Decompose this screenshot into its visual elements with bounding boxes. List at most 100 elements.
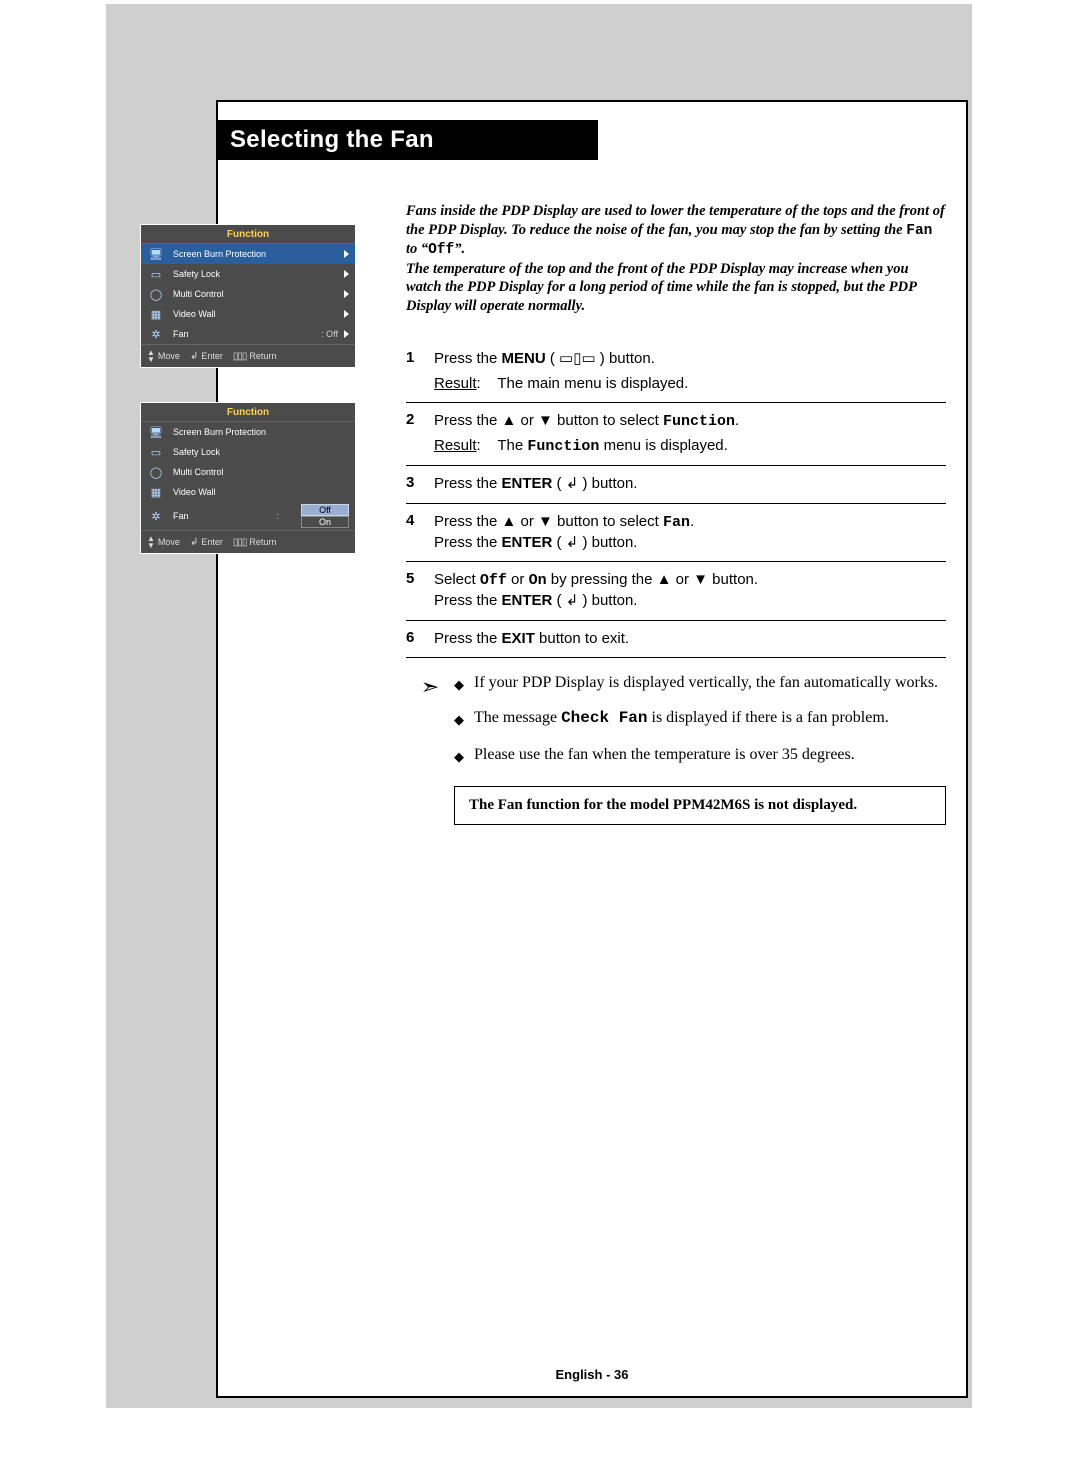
- grid-icon: ▦: [145, 484, 167, 500]
- osd-item-value: : Off: [321, 329, 338, 339]
- step-5: 5 Select Off or On by pressing the ▲ or …: [406, 562, 946, 621]
- note-text: is displayed if there is a fan problem.: [648, 709, 889, 726]
- step-text: Press the ▲ or ▼ button to select: [434, 513, 663, 530]
- result-label: Result: [434, 375, 477, 392]
- osd-item-label: Multi Control: [173, 467, 349, 477]
- circle-icon: ◯: [145, 286, 167, 302]
- enter-icon: ↲: [190, 351, 198, 362]
- osd-item-video-wall: ▦ Video Wall: [141, 482, 355, 502]
- osd-item-multi-control: ◯ Multi Control: [141, 284, 355, 304]
- osd-item-screen-burn: 🖥 Screen Burn Protection: [141, 244, 355, 264]
- step-text: button to exit.: [535, 630, 629, 647]
- enter-label: ENTER: [502, 475, 553, 492]
- step-body: Press the EXIT button to exit.: [434, 629, 946, 649]
- intro-text: The temperature of the top and the front…: [406, 261, 916, 314]
- gear-icon: ✲: [145, 326, 167, 342]
- osd-item-safety-lock: ▭ Safety Lock: [141, 264, 355, 284]
- note-text: If your PDP Display is displayed vertica…: [474, 672, 938, 694]
- step-text: by pressing the ▲ or ▼ button.: [547, 571, 758, 588]
- step-text: or: [507, 571, 529, 588]
- osd-footer-move: Move: [158, 351, 180, 361]
- step-number: 3: [406, 474, 434, 494]
- osd-item-safety-lock: ▭ Safety Lock: [141, 442, 355, 462]
- page-frame: Selecting the Fan Function 🖥 Screen Burn…: [216, 100, 968, 1398]
- chevron-right-icon: [344, 310, 349, 318]
- circle-icon: ◯: [145, 464, 167, 480]
- osd-item-label: Safety Lock: [173, 269, 338, 279]
- exit-label: EXIT: [502, 630, 535, 647]
- step-body: Select Off or On by pressing the ▲ or ▼ …: [434, 570, 946, 612]
- step-3: 3 Press the ENTER ( ↲ ) button.: [406, 466, 946, 503]
- picture-icon: 🖥: [145, 246, 167, 262]
- page-footer: English - 36: [218, 1367, 966, 1382]
- chevron-right-icon: [344, 270, 349, 278]
- osd-item-label: Multi Control: [173, 289, 338, 299]
- enter-icon: ↲: [190, 537, 198, 548]
- function-label: Function: [527, 438, 599, 455]
- osd-item-label: Screen Burn Protection: [173, 249, 338, 259]
- osd-menu-function: Function 🖥 Screen Burn Protection ▭ Safe…: [140, 224, 356, 368]
- page-title: Selecting the Fan: [216, 120, 598, 160]
- osd-footer-enter: Enter: [201, 537, 223, 547]
- step-body: Press the ▲ or ▼ button to select Fan. P…: [434, 512, 946, 554]
- step-number: 4: [406, 512, 434, 554]
- intro-paragraph: Fans inside the PDP Display are used to …: [406, 202, 946, 315]
- osd-footer-return: Return: [249, 351, 276, 361]
- osd-item-fan: ✲ Fan : Off On: [141, 502, 355, 530]
- step-body: Press the MENU ( ▭▯▭ ) button. Result: T…: [434, 349, 946, 394]
- step-4: 4 Press the ▲ or ▼ button to select Fan.…: [406, 504, 946, 563]
- osd-item-label: Screen Burn Protection: [173, 427, 349, 437]
- osd-option-on: On: [301, 516, 349, 528]
- osd-item-label: Fan: [173, 329, 317, 339]
- osd-item-label: Safety Lock: [173, 447, 349, 457]
- osd-footer-return: Return: [249, 537, 276, 547]
- notes-block: ➣ If your PDP Display is displayed verti…: [406, 672, 946, 780]
- step-2: 2 Press the ▲ or ▼ button to select Func…: [406, 403, 946, 467]
- step-text: Press the: [434, 475, 502, 492]
- note-text: The message: [474, 709, 561, 726]
- result-text: menu is displayed.: [599, 437, 727, 454]
- gear-icon: ✲: [145, 508, 167, 524]
- step-text: ( ↲ ) button.: [552, 592, 637, 609]
- osd-header: Function: [141, 403, 355, 422]
- off-label: Off: [480, 572, 507, 589]
- fan-label: Fan: [663, 514, 690, 531]
- chevron-right-icon: [344, 290, 349, 298]
- updown-icon: ▲▼: [147, 349, 155, 363]
- function-label: Function: [663, 413, 735, 430]
- osd-item-label: Video Wall: [173, 309, 338, 319]
- result-text: The main menu is displayed.: [497, 375, 688, 392]
- step-number: 1: [406, 349, 434, 394]
- enter-label: ENTER: [502, 534, 553, 551]
- step-text: Press the: [434, 350, 502, 367]
- return-icon: ▯▯▯: [233, 537, 247, 548]
- osd-item-multi-control: ◯ Multi Control: [141, 462, 355, 482]
- step-text: Select: [434, 571, 480, 588]
- intro-mono: Fan: [906, 223, 932, 239]
- osd-item-fan: ✲ Fan : Off: [141, 324, 355, 344]
- note-item: If your PDP Display is displayed vertica…: [454, 672, 946, 694]
- step-text: Press the: [434, 630, 502, 647]
- step-text: ( ▭▯▭ ) button.: [546, 350, 655, 367]
- chevron-right-icon: [344, 330, 349, 338]
- step-text: .: [690, 513, 694, 530]
- main-content: Fans inside the PDP Display are used to …: [406, 202, 946, 825]
- osd-option-off: Off: [301, 504, 349, 516]
- note-mono: Check Fan: [561, 709, 647, 727]
- pointing-hand-icon: ➣: [406, 672, 454, 780]
- return-icon: ▯▯▯: [233, 351, 247, 362]
- step-text: ( ↲ ) button.: [552, 534, 637, 551]
- step-number: 6: [406, 629, 434, 649]
- intro-mono: Off: [428, 242, 454, 258]
- steps-list: 1 Press the MENU ( ▭▯▭ ) button. Result:…: [406, 341, 946, 658]
- step-body: Press the ▲ or ▼ button to select Functi…: [434, 411, 946, 458]
- step-text: Press the ▲ or ▼ button to select: [434, 412, 663, 429]
- step-number: 5: [406, 570, 434, 612]
- osd-footer: ▲▼Move ↲Enter ▯▯▯Return: [141, 344, 355, 367]
- grid-icon: ▦: [145, 306, 167, 322]
- note-item: Please use the fan when the temperature …: [454, 744, 946, 766]
- step-text: Press the: [434, 534, 502, 551]
- step-text: Press the: [434, 592, 502, 609]
- page-background: Selecting the Fan Function 🖥 Screen Burn…: [106, 4, 972, 1408]
- updown-icon: ▲▼: [147, 535, 155, 549]
